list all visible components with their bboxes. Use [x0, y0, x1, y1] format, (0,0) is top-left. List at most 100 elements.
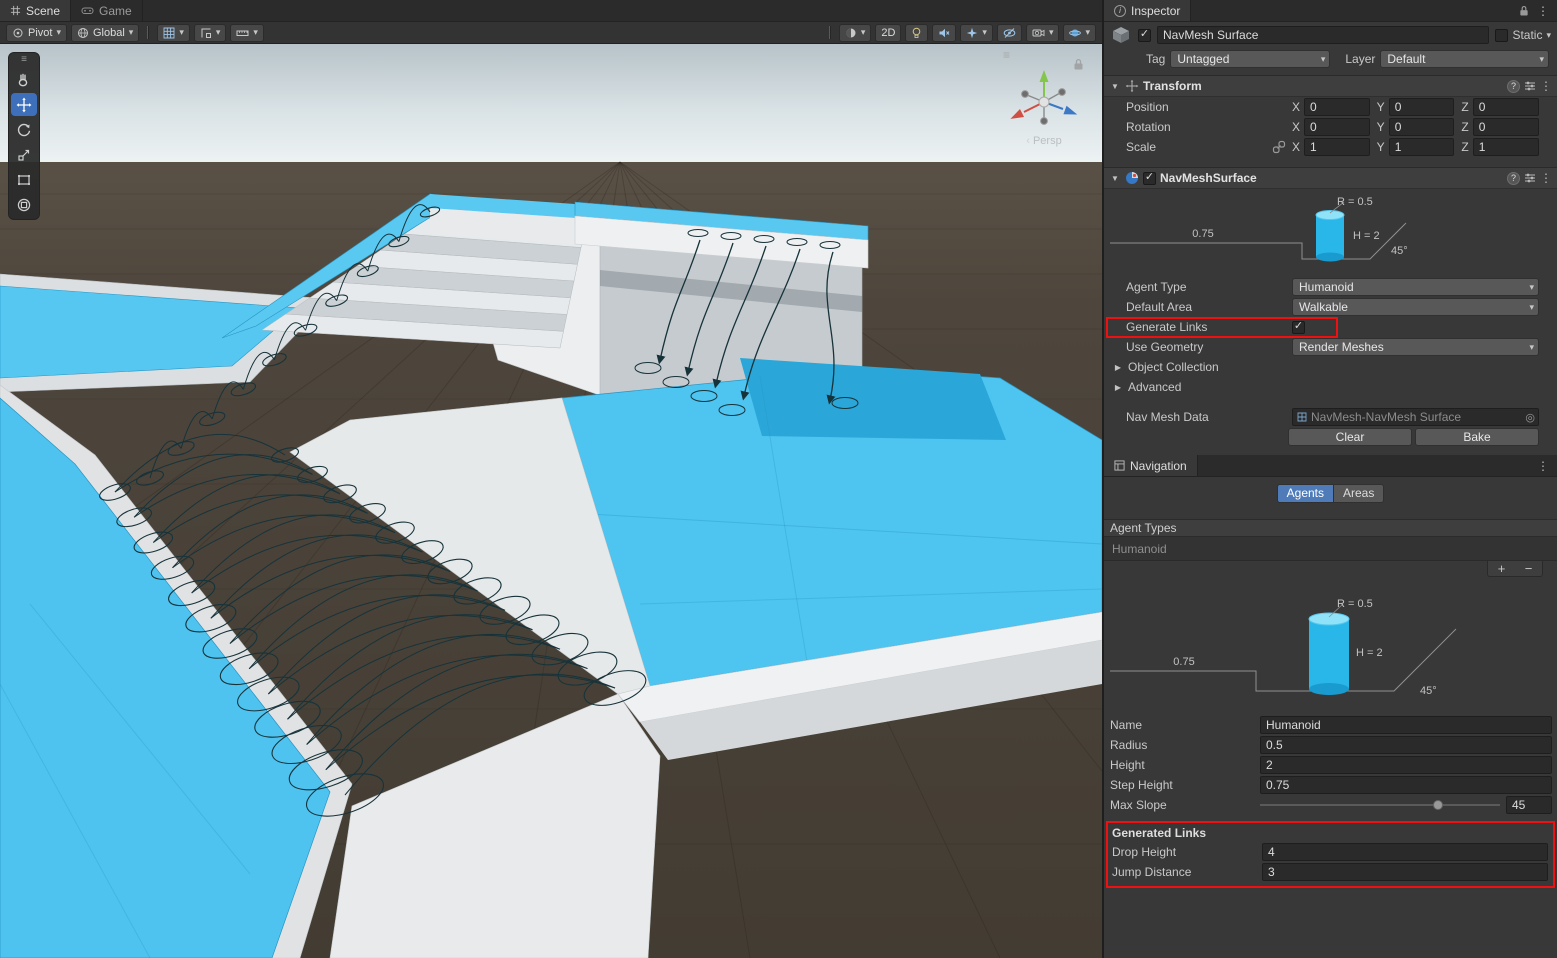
rotation-x-field[interactable] [1304, 118, 1370, 136]
drop-height-field[interactable] [1262, 843, 1548, 861]
rect-tool-button[interactable] [11, 168, 37, 191]
component-enabled-checkbox[interactable]: ✓ [1143, 172, 1156, 185]
scene-audio-toggle[interactable] [932, 24, 956, 42]
help-icon[interactable]: ? [1507, 80, 1520, 93]
advanced-foldout[interactable]: ▶ Advanced [1104, 377, 1557, 397]
chevron-down-icon[interactable]: ▾ [1546, 31, 1551, 40]
chevron-down-icon: ▾ [129, 28, 134, 37]
hand-icon [16, 72, 32, 88]
clear-button[interactable]: Clear [1288, 428, 1412, 446]
projection-label[interactable]: ‹Persp [996, 135, 1092, 147]
chevron-down-icon: ▾ [1529, 343, 1534, 352]
effects-dropdown[interactable]: ▾ [960, 24, 993, 42]
scene-lighting-toggle[interactable] [905, 24, 928, 42]
use-geometry-dropdown[interactable]: Render Meshes▾ [1292, 338, 1539, 356]
position-y-field[interactable] [1389, 98, 1455, 116]
chevron-down-icon: ▾ [179, 28, 184, 37]
toolbar-separator [147, 26, 149, 39]
scene-visibility-toggle[interactable] [997, 24, 1022, 42]
scale-x-field[interactable] [1304, 138, 1370, 156]
view-hand-tool-button[interactable] [11, 68, 37, 91]
scene-3d-viewport[interactable]: ≡ ≡ [0, 44, 1102, 958]
increment-snap-dropdown[interactable]: ▾ [230, 24, 264, 42]
default-area-dropdown[interactable]: Walkable▾ [1292, 298, 1539, 316]
add-agent-button[interactable]: + [1488, 561, 1515, 576]
object-picker-icon[interactable]: ◎ [1525, 411, 1535, 424]
foldout-open-icon[interactable]: ▼ [1109, 174, 1121, 183]
drop-height-row: Drop Height [1108, 842, 1553, 862]
draw-mode-dropdown[interactable]: ▾ [839, 24, 872, 42]
max-slope-slider[interactable] [1260, 796, 1500, 814]
gameobject-enabled-checkbox[interactable]: ✓ [1138, 29, 1151, 42]
transform-header[interactable]: ▼ Transform ? ⋮ [1104, 75, 1557, 97]
tab-scene[interactable]: Scene [0, 0, 71, 21]
agent-type-dropdown[interactable]: Humanoid▾ [1292, 278, 1539, 296]
gizmo-overlay-menu-icon[interactable]: ≡ [1003, 48, 1010, 62]
scene-toolbar: Pivot ▾ Global ▾ ▾ ▾ ▾ [0, 22, 1102, 44]
scale-z-field[interactable] [1473, 138, 1539, 156]
tag-dropdown[interactable]: Untagged ▾ [1170, 50, 1330, 68]
tab-inspector[interactable]: i Inspector [1104, 0, 1191, 21]
bake-button[interactable]: Bake [1415, 428, 1539, 446]
bake-buttons-row: Clear Bake [1104, 427, 1539, 447]
rotation-y-field[interactable] [1389, 118, 1455, 136]
pivot-mode-dropdown[interactable]: Pivot ▾ [6, 24, 67, 42]
rotate-tool-button[interactable] [11, 118, 37, 141]
lock-icon[interactable] [1519, 5, 1529, 17]
move-tool-button[interactable] [11, 93, 37, 116]
agent-radius-row: Radius [1104, 735, 1557, 755]
position-x-field[interactable] [1304, 98, 1370, 116]
jump-distance-field[interactable] [1262, 863, 1548, 881]
tab-inspector-label: Inspector [1131, 4, 1180, 18]
presets-icon[interactable] [1524, 80, 1536, 92]
scene-lock-icon[interactable] [1073, 58, 1084, 76]
2d-mode-toggle[interactable]: 2D [875, 24, 901, 42]
object-collection-foldout[interactable]: ▶ Object Collection [1104, 357, 1557, 377]
navmeshsurface-header[interactable]: ▼ ✓ NavMeshSurface ? ⋮ [1104, 167, 1557, 189]
overlay-menu-icon[interactable]: ≡ [21, 54, 27, 66]
component-menu-icon[interactable]: ⋮ [1540, 80, 1552, 92]
svg-text:45°: 45° [1391, 245, 1408, 257]
agent-name-field[interactable] [1260, 716, 1552, 734]
step-height-field[interactable] [1260, 776, 1552, 794]
inspector-menu-icon[interactable]: ⋮ [1537, 5, 1549, 17]
orientation-gizmo[interactable]: ‹Persp [996, 66, 1092, 147]
grid-visibility-dropdown[interactable]: ▾ [157, 24, 190, 42]
generate-links-checkbox[interactable]: ✓ [1292, 321, 1305, 334]
agent-types-footer: + − [1104, 561, 1543, 577]
navigation-window-icon [1114, 460, 1125, 471]
gameobject-name-field[interactable] [1157, 26, 1489, 44]
scale-y-field[interactable] [1389, 138, 1455, 156]
presets-icon[interactable] [1524, 172, 1536, 184]
nav-mesh-data-field[interactable]: NavMesh-NavMesh Surface ◎ [1292, 408, 1539, 426]
rotation-z-field[interactable] [1473, 118, 1539, 136]
position-z-field[interactable] [1473, 98, 1539, 116]
agent-radius-field[interactable] [1260, 736, 1552, 754]
persp-chevron-icon: ‹ [1026, 135, 1030, 147]
gizmos-dropdown[interactable]: ▾ [1063, 24, 1096, 42]
chevron-down-icon: ▾ [253, 28, 258, 37]
slider-thumb[interactable] [1433, 800, 1443, 810]
static-toggle[interactable]: Static ▾ [1495, 28, 1551, 42]
agent-type-entry[interactable]: Humanoid [1112, 542, 1167, 556]
tab-game[interactable]: Game [71, 0, 143, 21]
agents-tab[interactable]: Agents [1277, 484, 1334, 503]
camera-settings-dropdown[interactable]: ▾ [1026, 24, 1060, 42]
layer-dropdown[interactable]: Default ▾ [1380, 50, 1549, 68]
scale-tool-button[interactable] [11, 143, 37, 166]
tab-navigation[interactable]: Navigation [1104, 455, 1198, 476]
navigation-menu-icon[interactable]: ⋮ [1537, 460, 1549, 472]
agent-height-field[interactable] [1260, 756, 1552, 774]
help-icon[interactable]: ? [1507, 172, 1520, 185]
static-checkbox[interactable] [1495, 29, 1508, 42]
max-slope-field[interactable] [1506, 796, 1552, 814]
constrain-proportions-icon[interactable] [1272, 140, 1286, 154]
foldout-open-icon[interactable]: ▼ [1109, 82, 1121, 91]
agent-types-list[interactable]: Humanoid [1104, 537, 1557, 561]
component-menu-icon[interactable]: ⋮ [1540, 172, 1552, 184]
areas-tab[interactable]: Areas [1334, 484, 1384, 503]
transform-tool-button[interactable] [11, 193, 37, 216]
snap-settings-dropdown[interactable]: ▾ [194, 24, 227, 42]
handle-orientation-dropdown[interactable]: Global ▾ [71, 24, 139, 42]
remove-agent-button[interactable]: − [1515, 561, 1542, 576]
